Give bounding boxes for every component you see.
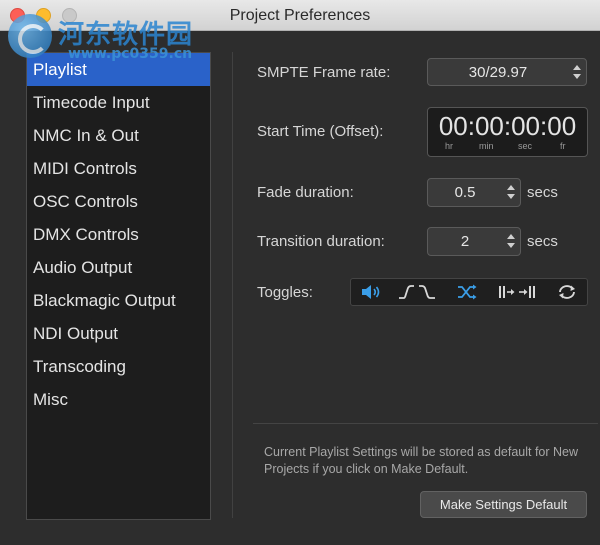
stepper-arrows-icon[interactable] xyxy=(507,234,515,248)
start-time-value: 00:00:00:00 xyxy=(438,111,577,141)
timecode-unit-sec: sec xyxy=(518,141,533,151)
smpte-frame-rate-select[interactable]: 30/29.97 xyxy=(427,58,587,86)
preferences-sidebar: Playlist Timecode Input NMC In & Out MID… xyxy=(26,52,211,520)
sidebar-item-blackmagic-output[interactable]: Blackmagic Output xyxy=(27,284,210,317)
transition-duration-unit: secs xyxy=(527,233,558,250)
sidebar-item-dmx-controls[interactable]: DMX Controls xyxy=(27,218,210,251)
toggles-label: Toggles: xyxy=(257,284,313,301)
auto-advance-icon[interactable] xyxy=(497,283,539,301)
smpte-frame-rate-value: 30/29.97 xyxy=(468,64,528,81)
sidebar-item-timecode-input[interactable]: Timecode Input xyxy=(27,86,210,119)
sidebar-item-osc-controls[interactable]: OSC Controls xyxy=(27,185,210,218)
sidebar-item-nmc-in-out[interactable]: NMC In & Out xyxy=(27,119,210,152)
fade-duration-label: Fade duration: xyxy=(257,184,354,201)
timecode-unit-min: min xyxy=(479,141,494,151)
fade-duration-value: 0.5 xyxy=(454,184,476,201)
preferences-window: Project Preferences Playlist Timecode In… xyxy=(0,0,600,545)
select-arrows-icon xyxy=(573,65,581,79)
start-time-label: Start Time (Offset): xyxy=(257,123,384,140)
title-bar: Project Preferences xyxy=(0,0,600,31)
transition-duration-stepper[interactable]: 2 xyxy=(427,227,521,256)
loop-icon[interactable] xyxy=(555,283,579,301)
vertical-divider xyxy=(232,52,233,518)
sidebar-item-midi-controls[interactable]: MIDI Controls xyxy=(27,152,210,185)
sidebar-item-audio-output[interactable]: Audio Output xyxy=(27,251,210,284)
smpte-frame-rate-label: SMPTE Frame rate: xyxy=(257,64,391,81)
transition-duration-label: Transition duration: xyxy=(257,233,385,250)
timecode-unit-hr: hr xyxy=(445,141,454,151)
horizontal-divider xyxy=(253,423,598,424)
start-time-timecode-field[interactable]: 00:00:00:00 hr min sec fr xyxy=(427,107,588,157)
timecode-unit-fr: fr xyxy=(560,141,566,151)
transition-duration-value: 2 xyxy=(460,233,470,250)
sidebar-item-playlist[interactable]: Playlist xyxy=(27,53,210,86)
sidebar-item-transcoding[interactable]: Transcoding xyxy=(27,350,210,383)
window-title: Project Preferences xyxy=(229,7,371,24)
shuffle-icon[interactable] xyxy=(455,283,479,301)
fade-duration-unit: secs xyxy=(527,184,558,201)
make-settings-default-button[interactable]: Make Settings Default xyxy=(420,491,587,518)
default-settings-note: Current Playlist Settings will be stored… xyxy=(264,445,579,476)
stepper-arrows-icon[interactable] xyxy=(507,185,515,199)
sidebar-item-ndi-output[interactable]: NDI Output xyxy=(27,317,210,350)
toggles-bar xyxy=(350,278,588,306)
fade-curve-icon[interactable] xyxy=(397,283,437,301)
sidebar-item-misc[interactable]: Misc xyxy=(27,383,210,416)
fade-duration-stepper[interactable]: 0.5 xyxy=(427,178,521,207)
speaker-icon[interactable] xyxy=(359,283,383,301)
